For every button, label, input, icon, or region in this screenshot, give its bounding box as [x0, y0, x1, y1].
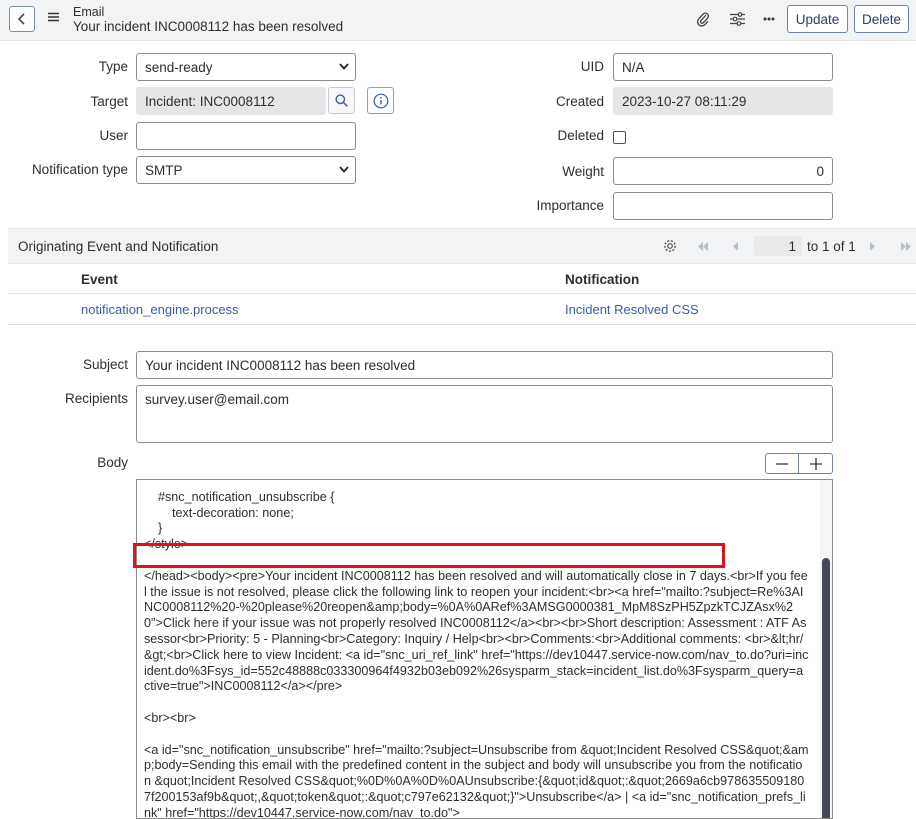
recipients-textarea[interactable]: survey.user@email.com	[136, 385, 833, 443]
created-label: Created	[555, 94, 604, 109]
update-button[interactable]: Update	[787, 5, 848, 33]
first-page-icon[interactable]	[697, 242, 709, 251]
chevron-down-icon	[339, 166, 349, 173]
body-textarea[interactable]: #snc_notification_unsubscribe { text-dec…	[136, 479, 833, 819]
chevron-down-icon	[339, 63, 349, 70]
page-count-text: to 1 of 1	[807, 239, 856, 254]
event-link[interactable]: notification_engine.process	[81, 302, 239, 317]
subject-input[interactable]: Your incident INC0008112 has been resolv…	[136, 351, 833, 379]
type-value: send-ready	[145, 59, 213, 75]
uid-input[interactable]: N/A	[613, 53, 833, 81]
previous-page-icon[interactable]	[732, 242, 738, 251]
more-options-icon[interactable]	[763, 17, 775, 21]
body-code: #snc_notification_unsubscribe { text-dec…	[144, 480, 809, 819]
type-select[interactable]: send-ready	[136, 53, 356, 81]
body-label: Body	[97, 455, 128, 470]
body-line: #snc_notification_unsubscribe {	[144, 489, 335, 504]
uid-label: UID	[580, 59, 604, 74]
weight-input[interactable]: 0	[613, 157, 833, 185]
page-title: Your incident INC0008112 has been resolv…	[73, 19, 344, 34]
column-header-notification[interactable]: Notification	[565, 272, 639, 287]
type-label: Type	[98, 59, 128, 74]
next-page-icon[interactable]	[870, 242, 876, 251]
related-list-header: Originating Event and Notification 1 to …	[8, 228, 916, 264]
paperclip-icon[interactable]	[697, 11, 709, 27]
lookup-button[interactable]	[328, 87, 355, 114]
hamburger-menu-icon[interactable]	[48, 12, 59, 22]
related-list-columns: Event Notification	[8, 264, 916, 294]
body-line: }	[144, 521, 163, 536]
target-label: Target	[90, 94, 128, 109]
deleted-label: Deleted	[557, 128, 604, 143]
body-line: <a id="snc_notification_unsubscribe" hre…	[144, 742, 809, 819]
search-icon	[335, 94, 348, 107]
importance-label: Importance	[536, 198, 604, 213]
page-number-input[interactable]: 1	[754, 236, 802, 256]
related-list-title: Originating Event and Notification	[18, 239, 219, 254]
expand-body-button[interactable]	[798, 453, 833, 474]
delete-button[interactable]: Delete	[854, 5, 909, 33]
body-scrollbar[interactable]	[820, 480, 832, 818]
shrink-body-button[interactable]	[765, 453, 799, 474]
notification-link[interactable]: Incident Resolved CSS	[565, 302, 699, 317]
column-header-event[interactable]: Event	[81, 272, 118, 287]
body-line: text-decoration: none;	[144, 505, 294, 520]
notification-type-label: Notification type	[31, 162, 128, 177]
minus-icon	[776, 462, 788, 465]
last-page-icon[interactable]	[900, 242, 912, 251]
importance-input[interactable]	[613, 192, 833, 220]
weight-label: Weight	[562, 164, 604, 179]
reference-info-button[interactable]	[367, 87, 394, 114]
recipients-label: Recipients	[64, 391, 128, 406]
target-field: Incident: INC0008112	[136, 87, 326, 115]
plus-icon	[809, 457, 822, 470]
deleted-checkbox[interactable]	[613, 131, 626, 144]
gear-icon[interactable]	[663, 239, 677, 253]
chevron-left-icon	[17, 13, 25, 25]
table-row: notification_engine.process Incident Res…	[8, 294, 916, 325]
settings-sliders-icon[interactable]	[730, 12, 745, 26]
user-input[interactable]	[136, 122, 356, 150]
created-field: 2023-10-27 08:11:29	[613, 87, 833, 115]
body-line: </head><body><pre>Your incident INC00081…	[144, 568, 809, 694]
subject-label: Subject	[82, 357, 128, 372]
user-label: User	[99, 128, 128, 143]
form-header: Email Your incident INC0008112 has been …	[0, 0, 916, 41]
notification-type-select[interactable]: SMTP	[136, 156, 356, 184]
info-icon	[373, 93, 388, 108]
body-scrollbar-thumb[interactable]	[822, 558, 830, 818]
back-button[interactable]	[9, 6, 35, 32]
notification-type-value: SMTP	[145, 162, 183, 178]
highlight-box	[133, 543, 725, 568]
body-line: <br><br>	[144, 710, 196, 725]
form-kind-label: Email	[73, 5, 105, 19]
